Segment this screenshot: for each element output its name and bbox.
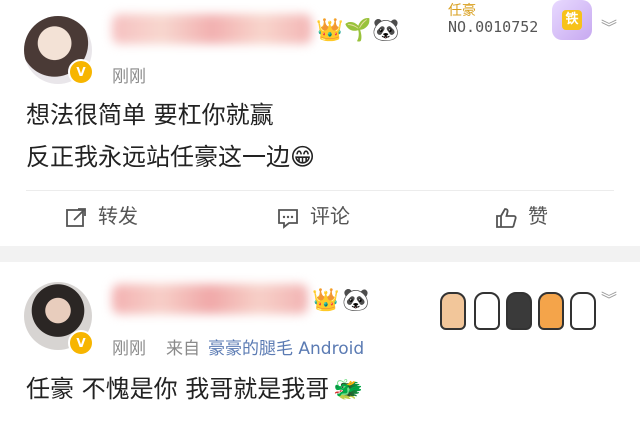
monster-emoji-icon: 🐲 — [333, 375, 364, 403]
chevron-down-icon[interactable]: ︾ — [601, 286, 617, 310]
post-text: 任豪 不愧是你 我哥就是我哥 🐲 — [26, 372, 363, 406]
username-blurred[interactable] — [112, 284, 308, 314]
fan-name: 任豪 — [448, 3, 476, 19]
cat-paw-4 — [538, 292, 564, 330]
fan-number: NO.0010752 — [448, 18, 539, 36]
source-link[interactable]: 豪豪的腿毛 Android — [208, 334, 364, 359]
comment-label: 评论 — [310, 204, 350, 228]
post-text-line-1: 想法很简单 要杠你就赢 — [26, 101, 274, 129]
divider — [26, 190, 614, 191]
chevron-down-icon[interactable]: ︾ — [601, 14, 617, 38]
source-prefix: 来自 — [166, 339, 200, 359]
comment-button[interactable]: 评论 — [276, 200, 350, 232]
repost-label: 转发 — [98, 204, 138, 228]
username-blurred[interactable] — [112, 14, 312, 44]
fan-level-text: 铁 — [562, 10, 582, 30]
fan-badge-card[interactable]: 任豪 NO.0010752 铁 — [444, 0, 594, 40]
post-time: 刚刚 — [112, 67, 146, 87]
crown-icon: 👑 — [312, 288, 340, 313]
repost-icon — [66, 207, 86, 227]
plant-emoji-icon: 🌱 — [344, 18, 372, 43]
panda-icon: 🐼 — [372, 18, 400, 43]
cat-paw-3 — [506, 292, 532, 330]
like-button[interactable]: 赞 — [494, 200, 548, 232]
repost-button[interactable]: 转发 — [64, 200, 138, 232]
post-time: 刚刚 — [112, 339, 146, 359]
comment-icon — [278, 208, 298, 229]
like-icon — [496, 207, 517, 228]
crown-icon: 👑 — [316, 18, 344, 43]
cat-paw-2 — [474, 292, 500, 330]
cat-paw-5 — [570, 292, 596, 330]
post-text-line-2: 反正我永远站任豪这一边😁 — [26, 143, 316, 171]
v-badge-icon: V — [68, 330, 94, 356]
v-badge-icon: V — [68, 59, 94, 85]
panda-icon: 🐼 — [342, 288, 370, 313]
like-label: 赞 — [528, 204, 548, 228]
cat-paw-1 — [440, 292, 466, 330]
post-text-content: 任豪 不愧是你 我哥就是我哥 — [26, 375, 330, 403]
post-card-1: V 👑 🌱 🐼 刚刚 任豪 NO.0010752 铁 ︾ 想法很简单 要杠你就赢… — [0, 0, 640, 246]
post-card-2: V 👑 🐼 刚刚 来自 豪豪的腿毛 Android ︾ 任豪 不愧是你 我哥就是… — [0, 262, 640, 432]
